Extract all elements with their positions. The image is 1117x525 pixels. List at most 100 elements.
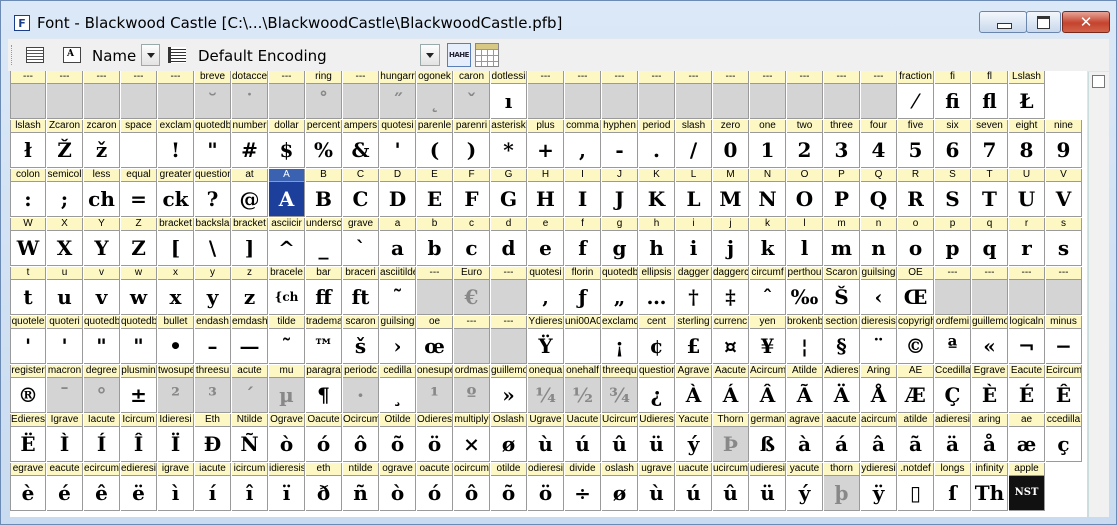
- glyph-cell[interactable]: six 6: [935, 120, 971, 168]
- glyph-cell[interactable]: equal =: [121, 169, 157, 217]
- glyph-cell[interactable]: ---: [713, 71, 749, 119]
- glyph-cell[interactable]: ---: [676, 71, 712, 119]
- grid-view-button[interactable]: [475, 43, 499, 67]
- glyph-cell[interactable]: dotacce ˙: [232, 71, 268, 119]
- glyph-cell[interactable]: odieresi ö: [528, 463, 564, 511]
- hahe-button[interactable]: HAHE: [447, 43, 471, 67]
- glyph-cell[interactable]: Uacute ú: [565, 414, 601, 462]
- glyph-cell[interactable]: HH: [528, 169, 564, 217]
- glyph-cell[interactable]: Acircum Â: [750, 365, 786, 413]
- glyph-cell[interactable]: Igrave Ì: [47, 414, 83, 462]
- glyph-cell[interactable]: eight 8: [1009, 120, 1045, 168]
- glyph-cell[interactable]: ---: [10, 71, 46, 119]
- glyph-cell[interactable]: exclam!: [158, 120, 194, 168]
- glyph-cell[interactable]: acute ´: [232, 365, 268, 413]
- glyph-cell[interactable]: ordmas º: [454, 365, 490, 413]
- glyph-cell[interactable]: OO: [787, 169, 823, 217]
- glyph-cell[interactable]: ---: [158, 71, 194, 119]
- glyph-cell[interactable]: qq: [972, 218, 1008, 266]
- glyph-cell[interactable]: guillemo «: [972, 316, 1008, 364]
- glyph-cell[interactable]: zcaron ž: [84, 120, 120, 168]
- glyph-cell[interactable]: currenc ¤: [713, 316, 749, 364]
- glyph-cell[interactable]: ucircum û: [713, 463, 749, 511]
- glyph-cell[interactable]: ---: [1009, 267, 1045, 315]
- close-button[interactable]: ✕: [1062, 11, 1110, 33]
- glyph-cell[interactable]: xx: [158, 267, 194, 315]
- glyph-cell[interactable]: Iacute Í: [84, 414, 120, 462]
- glyph-cell[interactable]: ydieresi ÿ: [861, 463, 897, 511]
- glyph-cell[interactable]: pp: [935, 218, 971, 266]
- glyph-cell[interactable]: Ugrave ù: [528, 414, 564, 462]
- glyph-cell[interactable]: fi fi: [935, 71, 971, 119]
- glyph-cell[interactable]: agrave à: [787, 414, 823, 462]
- glyph-cell[interactable]: plusmin ±: [121, 365, 157, 413]
- glyph-cell[interactable]: german ß: [750, 414, 786, 462]
- glyph-cell[interactable]: circumf ˆ: [750, 267, 786, 315]
- glyph-cell[interactable]: comma,: [565, 120, 601, 168]
- glyph-cell[interactable]: dieresis ¨: [861, 316, 897, 364]
- glyph-cell[interactable]: EE: [417, 169, 453, 217]
- glyph-cell[interactable]: Aring Å: [861, 365, 897, 413]
- glyph-cell[interactable]: quotedb ": [195, 120, 231, 168]
- glyph-cell[interactable]: ll: [787, 218, 823, 266]
- glyph-cell[interactable]: Euro €: [454, 267, 490, 315]
- glyph-cell[interactable]: asciitilde ˜: [380, 267, 416, 315]
- glyph-cell[interactable]: ogonek ˛: [417, 71, 453, 119]
- glyph-cell[interactable]: one 1: [750, 120, 786, 168]
- glyph-cell[interactable]: bar ff: [306, 267, 342, 315]
- glyph-cell[interactable]: bb: [417, 218, 453, 266]
- glyph-cell[interactable]: nn: [861, 218, 897, 266]
- glyph-cell[interactable]: ---: [750, 71, 786, 119]
- glyph-cell[interactable]: quotele ': [10, 316, 46, 364]
- glyph-cell[interactable]: zz: [232, 267, 268, 315]
- glyph-cell[interactable]: MM: [713, 169, 749, 217]
- glyph-cell[interactable]: onehalf ½: [565, 365, 601, 413]
- glyph-cell[interactable]: ograve ò: [380, 463, 416, 511]
- glyph-cell[interactable]: egrave è: [10, 463, 46, 511]
- glyph-cell[interactable]: edieresi ë: [121, 463, 157, 511]
- sort-combo-value[interactable]: Name: [92, 47, 136, 65]
- glyph-cell[interactable]: guilsing ‹: [861, 267, 897, 315]
- glyph-cell[interactable]: Otilde õ: [380, 414, 416, 462]
- glyph-cell[interactable]: gg: [602, 218, 638, 266]
- glyph-cell[interactable]: yy: [195, 267, 231, 315]
- glyph-cell[interactable]: grave `: [343, 218, 379, 266]
- glyph-cell[interactable]: aacute á: [824, 414, 860, 462]
- glyph-cell[interactable]: scaron š: [343, 316, 379, 364]
- glyph-cell[interactable]: CC: [343, 169, 379, 217]
- glyph-cell[interactable]: BB: [306, 169, 342, 217]
- glyph-cell[interactable]: kk: [750, 218, 786, 266]
- glyph-cell[interactable]: fraction ⁄: [898, 71, 934, 119]
- toolbar-grip[interactable]: [11, 45, 15, 65]
- glyph-cell[interactable]: bracele {ch: [269, 267, 305, 315]
- glyph-cell[interactable]: florin ƒ: [565, 267, 601, 315]
- glyph-cell[interactable]: question ¿: [639, 365, 675, 413]
- glyph-cell[interactable]: dd: [491, 218, 527, 266]
- glyph-cell[interactable]: udieresi ü: [750, 463, 786, 511]
- glyph-cell[interactable]: Adieres Ä: [824, 365, 860, 413]
- glyph-cell[interactable]: ampers &: [343, 120, 379, 168]
- glyph-cell[interactable]: cedilla ¸: [380, 365, 416, 413]
- glyph-cell[interactable]: fl fl: [972, 71, 1008, 119]
- glyph-cell[interactable]: DD: [380, 169, 416, 217]
- glyph-cell[interactable]: breve ˘: [195, 71, 231, 119]
- glyph-cell[interactable]: ---: [528, 71, 564, 119]
- glyph-cell[interactable]: four 4: [861, 120, 897, 168]
- glyph-cell[interactable]: lslash ł: [10, 120, 46, 168]
- glyph-cell[interactable]: AA: [269, 169, 305, 217]
- glyph-cell[interactable]: aa: [380, 218, 416, 266]
- glyph-cell[interactable]: asterisk *: [491, 120, 527, 168]
- glyph-cell[interactable]: ellipsis…: [639, 267, 675, 315]
- glyph-cell[interactable]: onesupe ¹: [417, 365, 453, 413]
- glyph-cell[interactable]: KK: [639, 169, 675, 217]
- glyph-cell[interactable]: brokenb ¦: [787, 316, 823, 364]
- glyph-cell[interactable]: thorn þ: [824, 463, 860, 511]
- glyph-cell[interactable]: ZZ: [121, 218, 157, 266]
- title-bar[interactable]: F Font - Blackwood Castle [C:\...\Blackw…: [1, 1, 1116, 37]
- glyph-cell[interactable]: Agrave À: [676, 365, 712, 413]
- glyph-cell[interactable]: NN: [750, 169, 786, 217]
- glyph-cell[interactable]: tilde ˜: [269, 316, 305, 364]
- glyph-cell[interactable]: at @: [232, 169, 268, 217]
- glyph-cell[interactable]: RR: [898, 169, 934, 217]
- glyph-cell[interactable]: colon:: [10, 169, 46, 217]
